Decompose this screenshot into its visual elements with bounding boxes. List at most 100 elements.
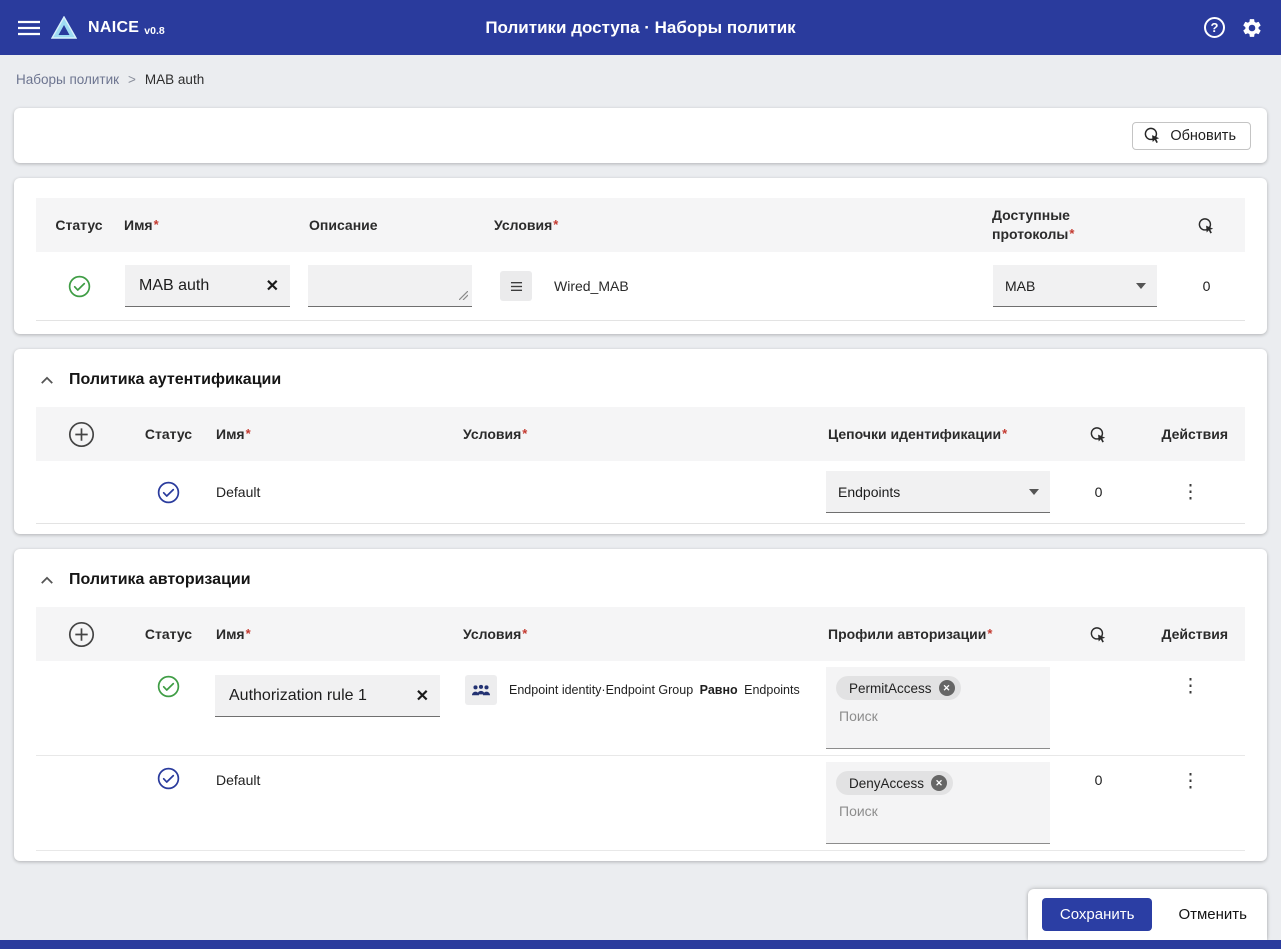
- menu-icon[interactable]: [18, 20, 40, 36]
- resize-grip-icon[interactable]: [459, 291, 468, 300]
- endpoint-group-icon: [465, 675, 497, 705]
- topbar: NAICE v0.8 Политики доступа · Наборы пол…: [0, 0, 1281, 55]
- topbar-right: ?: [1204, 17, 1263, 39]
- cancel-button[interactable]: Отменить: [1172, 905, 1253, 924]
- brand-version: v0.8: [144, 25, 164, 37]
- policy-set-name-field: ✕: [125, 265, 290, 307]
- remove-chip-icon[interactable]: ✕: [931, 775, 947, 791]
- rule-condition-text: Endpoint identity·Endpoint Group Равно E…: [509, 683, 800, 697]
- breadcrumb-separator: >: [128, 72, 136, 87]
- policy-set-description-field: [308, 265, 472, 307]
- authentication-header-row: Статус Имя* Условия* Цепочки идентификац…: [36, 407, 1245, 461]
- profile-chip: DenyAccess ✕: [836, 771, 953, 795]
- breadcrumb: Наборы политик > MAB auth: [0, 55, 1281, 104]
- required-marker: *: [154, 217, 159, 232]
- policy-set-row: ✕ Wired_MAB MAB 0: [36, 252, 1245, 321]
- required-marker: *: [246, 626, 251, 641]
- policy-set-condition-value[interactable]: Wired_MAB: [554, 278, 629, 294]
- profile-search-input[interactable]: [836, 802, 1040, 820]
- authentication-section-header: Политика аутентификации: [36, 371, 1245, 407]
- chevron-down-icon: [1136, 283, 1146, 289]
- clear-name-icon[interactable]: ✕: [411, 686, 434, 706]
- authentication-row: Default Endpoints 0 ⋮: [36, 461, 1245, 524]
- policy-set-hits-value: 0: [1203, 278, 1211, 294]
- breadcrumb-parent-link[interactable]: Наборы политик: [16, 72, 119, 87]
- authorization-section-header: Политика авторизации: [36, 571, 1245, 607]
- profile-chip-label: DenyAccess: [849, 776, 924, 791]
- col-header-status: Статус: [145, 425, 192, 444]
- naice-logo-icon: [51, 16, 77, 40]
- required-marker: *: [1069, 226, 1074, 241]
- brand-name: NAICE: [88, 19, 139, 37]
- settings-gear-icon[interactable]: [1241, 17, 1263, 39]
- chevron-down-icon: [1029, 489, 1039, 495]
- hit-counter-icon[interactable]: [1089, 425, 1108, 444]
- remove-chip-icon[interactable]: ✕: [939, 680, 955, 696]
- policy-set-condition-cell: Wired_MAB: [492, 271, 978, 301]
- authorization-row: Default DenyAccess ✕ 0 ⋮: [36, 756, 1245, 851]
- save-button[interactable]: Сохранить: [1042, 898, 1153, 931]
- protocols-dropdown[interactable]: MAB: [993, 265, 1157, 307]
- required-marker: *: [553, 217, 558, 232]
- col-header-status: Статус: [55, 216, 102, 235]
- profiles-multiselect[interactable]: PermitAccess ✕: [826, 667, 1050, 749]
- authorization-policy-card: Политика авторизации Статус Имя* Условия…: [14, 549, 1267, 861]
- col-header-name: Имя*: [122, 216, 307, 235]
- breadcrumb-current: MAB auth: [145, 72, 204, 87]
- required-marker: *: [1002, 426, 1007, 441]
- col-header-conditions: Условия*: [492, 216, 978, 235]
- profile-chip-label: PermitAccess: [849, 681, 932, 696]
- protocols-dropdown-value: MAB: [1005, 278, 1035, 294]
- authentication-policy-card: Политика аутентификации Статус Имя* Усло…: [14, 349, 1267, 534]
- row-actions-menu-icon[interactable]: ⋮: [1175, 482, 1206, 503]
- required-marker: *: [522, 626, 527, 641]
- profile-chip: PermitAccess ✕: [836, 676, 961, 700]
- col-header-actions: Действия: [1159, 625, 1245, 644]
- clear-name-icon[interactable]: ✕: [261, 276, 284, 296]
- condition-list-icon[interactable]: [500, 271, 532, 301]
- add-rule-icon[interactable]: [68, 621, 95, 648]
- profile-search-input[interactable]: [836, 707, 1040, 725]
- col-header-description: Описание: [307, 216, 492, 235]
- required-marker: *: [522, 426, 527, 441]
- policy-set-description-input[interactable]: [320, 271, 466, 301]
- profiles-multiselect[interactable]: DenyAccess ✕: [826, 762, 1050, 844]
- hit-counter-icon: [1143, 126, 1162, 145]
- status-enabled-icon[interactable]: [157, 481, 180, 504]
- refresh-hits-button[interactable]: Обновить: [1132, 122, 1251, 150]
- row-actions-menu-icon[interactable]: ⋮: [1175, 661, 1206, 697]
- rule-name: Default: [211, 484, 461, 500]
- bottom-accent-bar: [0, 940, 1281, 949]
- hit-counter-icon[interactable]: [1197, 216, 1216, 235]
- policy-set-name-input[interactable]: [137, 276, 261, 296]
- rule-hits-value: 0: [1095, 756, 1103, 788]
- col-header-name: Имя*: [211, 625, 461, 644]
- page-title: Политики доступа · Наборы политик: [485, 18, 795, 38]
- collapse-chevron-icon[interactable]: [38, 574, 56, 587]
- row-actions-menu-icon[interactable]: ⋮: [1175, 756, 1206, 792]
- rule-name: Default: [211, 756, 461, 788]
- required-marker: *: [987, 626, 992, 641]
- add-rule-icon[interactable]: [68, 421, 95, 448]
- authorization-section-title: Политика авторизации: [69, 571, 251, 589]
- rule-condition-cell[interactable]: Endpoint identity·Endpoint Group Равно E…: [461, 661, 826, 705]
- rule-name-field: ✕: [215, 675, 440, 717]
- status-enabled-icon[interactable]: [157, 756, 180, 779]
- col-header-profiles: Профили авторизации*: [826, 625, 1061, 644]
- collapse-chevron-icon[interactable]: [38, 374, 56, 387]
- rule-name-input[interactable]: [227, 686, 411, 706]
- identity-dropdown-value: Endpoints: [838, 484, 900, 500]
- hit-counter-icon[interactable]: [1089, 625, 1108, 644]
- authorization-row: ✕ Endpoint identity·Endpoint Group Равно…: [36, 661, 1245, 756]
- help-icon[interactable]: ?: [1204, 17, 1225, 38]
- refresh-card: Обновить: [14, 108, 1267, 163]
- authorization-header-row: Статус Имя* Условия* Профили авторизации…: [36, 607, 1245, 661]
- footer-action-bar: Сохранить Отменить: [1028, 889, 1267, 940]
- status-enabled-icon[interactable]: [157, 661, 180, 684]
- col-header-conditions: Условия*: [461, 625, 826, 644]
- identity-dropdown[interactable]: Endpoints: [826, 471, 1050, 513]
- status-enabled-icon[interactable]: [68, 275, 91, 298]
- refresh-button-label: Обновить: [1170, 128, 1236, 144]
- col-header-conditions: Условия*: [461, 425, 826, 444]
- col-header-actions: Действия: [1159, 425, 1245, 444]
